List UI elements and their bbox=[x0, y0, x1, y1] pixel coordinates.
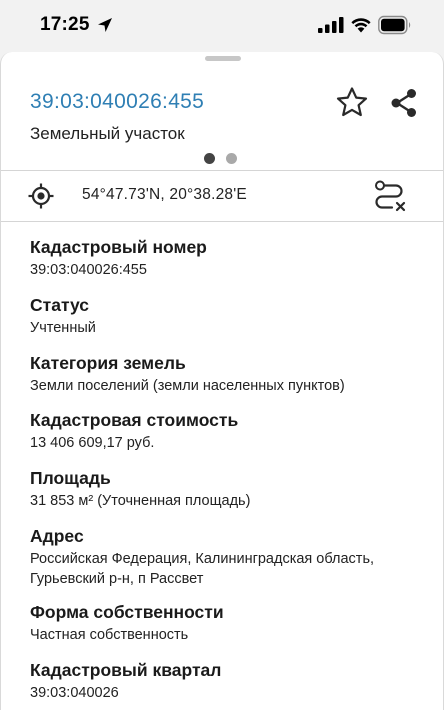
detail-label: Кадастровый номер bbox=[30, 237, 207, 257]
detail-value[interactable]: Российская Федерация, Калининградская об… bbox=[30, 549, 430, 589]
status-time: 17:25 bbox=[40, 14, 90, 35]
detail-cadastral-quarter: Кадастровый квартал 39:03:040026 bbox=[30, 659, 430, 703]
wifi-icon bbox=[351, 18, 371, 33]
detail-address: Адрес Российская Федерация, Калининградс… bbox=[30, 525, 430, 589]
detail-value: 31 853 м² (Уточненная площадь) bbox=[30, 493, 251, 509]
page-indicator[interactable] bbox=[204, 152, 244, 164]
battery-icon bbox=[378, 15, 411, 35]
share-icon[interactable] bbox=[390, 88, 418, 118]
cadastral-id-title[interactable]: 39:03:040026:455 bbox=[30, 90, 204, 114]
object-type-label: Земельный участок bbox=[30, 124, 185, 143]
detail-status: Статус Учтенный bbox=[30, 294, 430, 338]
coordinates-text[interactable]: 54°47.73'N, 20°38.28'E bbox=[82, 186, 247, 204]
detail-ownership-form: Форма собственности Частная собственност… bbox=[30, 601, 430, 645]
page-dot-active[interactable] bbox=[204, 153, 215, 164]
detail-cadastral-value: Кадастровая стоимость 13 406 609,17 руб. bbox=[30, 409, 430, 453]
detail-cadastral-number: Кадастровый номер 39:03:040026:455 bbox=[30, 236, 430, 280]
crosshair-icon[interactable] bbox=[28, 183, 54, 209]
detail-label: Кадастровый квартал bbox=[30, 660, 222, 680]
detail-value[interactable]: 39:03:040026 bbox=[30, 683, 430, 703]
info-sheet: 39:03:040026:455 Земельный участок 54°47… bbox=[0, 52, 444, 710]
detail-area: Площадь 31 853 м² (Уточненная площадь) bbox=[30, 467, 430, 511]
sheet-grabber[interactable] bbox=[205, 56, 241, 61]
detail-land-category: Категория земель Земли поселений (земли … bbox=[30, 352, 430, 396]
detail-value: Учтенный bbox=[30, 320, 96, 336]
detail-value: Частная собственность bbox=[30, 627, 189, 643]
detail-label: Площадь bbox=[30, 468, 111, 488]
detail-label: Статус bbox=[30, 295, 89, 315]
star-icon[interactable] bbox=[335, 86, 369, 118]
route-clear-icon[interactable] bbox=[373, 180, 407, 212]
detail-label: Форма собственности bbox=[30, 602, 224, 622]
status-bar: 17:25 bbox=[0, 0, 444, 52]
coordinates-row[interactable]: 54°47.73'N, 20°38.28'E bbox=[1, 171, 443, 221]
screen: 17:25 39:03:040026:455 Земельный участок bbox=[0, 0, 444, 710]
page-dot[interactable] bbox=[226, 153, 237, 164]
signal-icon bbox=[318, 17, 344, 33]
detail-value: Земли поселений (земли населенных пункто… bbox=[30, 378, 345, 394]
location-arrow-icon bbox=[98, 18, 112, 32]
detail-label: Адрес bbox=[30, 526, 84, 546]
detail-value: 13 406 609,17 руб. bbox=[30, 435, 155, 451]
detail-value[interactable]: 39:03:040026:455 bbox=[30, 260, 430, 280]
detail-label: Категория земель bbox=[30, 353, 186, 373]
detail-label: Кадастровая стоимость bbox=[30, 410, 239, 430]
divider bbox=[1, 221, 443, 222]
